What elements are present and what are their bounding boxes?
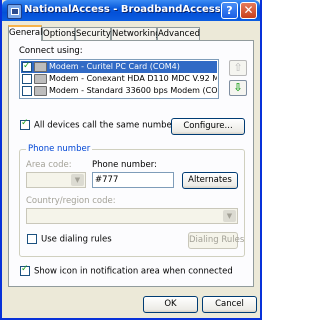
device-label: Modem - Conexant HDA D110 MDC V.92 Modem (49, 74, 217, 83)
alternates-button[interactable]: Alternates (182, 172, 238, 189)
tab-security[interactable]: Security (75, 27, 111, 40)
chevron-down-icon: ▼ (223, 210, 236, 222)
configure-button[interactable]: Configure... (171, 118, 245, 135)
modem-icon (34, 61, 47, 72)
use-dialing-rules-row[interactable]: Use dialing rules (26, 234, 112, 245)
tab-advanced[interactable]: Advanced (157, 27, 200, 40)
ok-button[interactable]: OK (143, 296, 198, 313)
country-region-combo[interactable]: ▼ (26, 208, 238, 224)
connect-using-label: Connect using: (19, 46, 83, 56)
tab-general[interactable]: General (8, 25, 43, 41)
device-checkbox[interactable] (22, 85, 32, 96)
cancel-button[interactable]: Cancel (202, 296, 257, 313)
all-devices-checkbox-row[interactable]: All devices call the same numbers (19, 118, 180, 131)
device-list[interactable]: Modem - Curitel PC Card (COM4) Modem - C… (19, 59, 219, 99)
area-code-label: Area code: (26, 160, 72, 170)
tab-options[interactable]: Options (42, 27, 76, 40)
all-devices-checkbox[interactable] (20, 118, 30, 130)
network-connection-icon (7, 4, 22, 19)
phone-number-label: Phone number: (92, 160, 157, 170)
help-button[interactable]: ? (221, 2, 238, 19)
modem-icon (34, 85, 47, 96)
phone-number-group: Phone number Area code: ▼ Phone number: … (19, 144, 245, 257)
show-icon-label: Show icon in notification area when conn… (34, 266, 233, 277)
device-checkbox[interactable] (22, 61, 32, 72)
device-label: Modem - Standard 33600 bps Modem (COM40) (49, 86, 217, 95)
area-code-combo[interactable]: ▼ (26, 172, 86, 188)
general-tab-panel: Connect using: Modem - Curitel PC Card (… (8, 40, 254, 287)
move-down-button[interactable]: ⇩ (229, 80, 247, 96)
country-region-label: Country/region code: (26, 196, 116, 206)
device-label: Modem - Curitel PC Card (COM4) (49, 62, 180, 71)
show-icon-checkbox-row[interactable]: Show icon in notification area when conn… (19, 264, 233, 277)
use-dialing-rules-checkbox[interactable] (27, 234, 37, 244)
show-icon-checkbox[interactable] (20, 264, 30, 276)
window-title: NationalAccess - BroadbandAccess Propert… (24, 4, 220, 15)
device-list-item[interactable]: Modem - Standard 33600 bps Modem (COM40) (21, 85, 217, 97)
modem-icon (34, 73, 47, 84)
title-bar[interactable]: NationalAccess - BroadbandAccess Propert… (2, 0, 260, 21)
close-button[interactable]: ✕ (240, 2, 257, 19)
device-list-item[interactable]: Modem - Curitel PC Card (COM4) (21, 61, 217, 73)
all-devices-label: All devices call the same numbers (34, 120, 180, 131)
use-dialing-rules-label: Use dialing rules (41, 234, 112, 245)
phone-number-group-title: Phone number (26, 144, 93, 154)
move-up-button[interactable]: ⇧ (229, 60, 247, 76)
tab-networking[interactable]: Networking (111, 27, 161, 40)
dialing-rules-button[interactable]: Dialing Rules (188, 232, 244, 249)
properties-dialog: NationalAccess - BroadbandAccess Propert… (0, 0, 262, 320)
phone-number-field[interactable]: #777 (92, 172, 174, 188)
device-list-item[interactable]: Modem - Conexant HDA D110 MDC V.92 Modem (21, 73, 217, 85)
device-checkbox[interactable] (22, 73, 32, 84)
chevron-down-icon: ▼ (71, 174, 84, 186)
